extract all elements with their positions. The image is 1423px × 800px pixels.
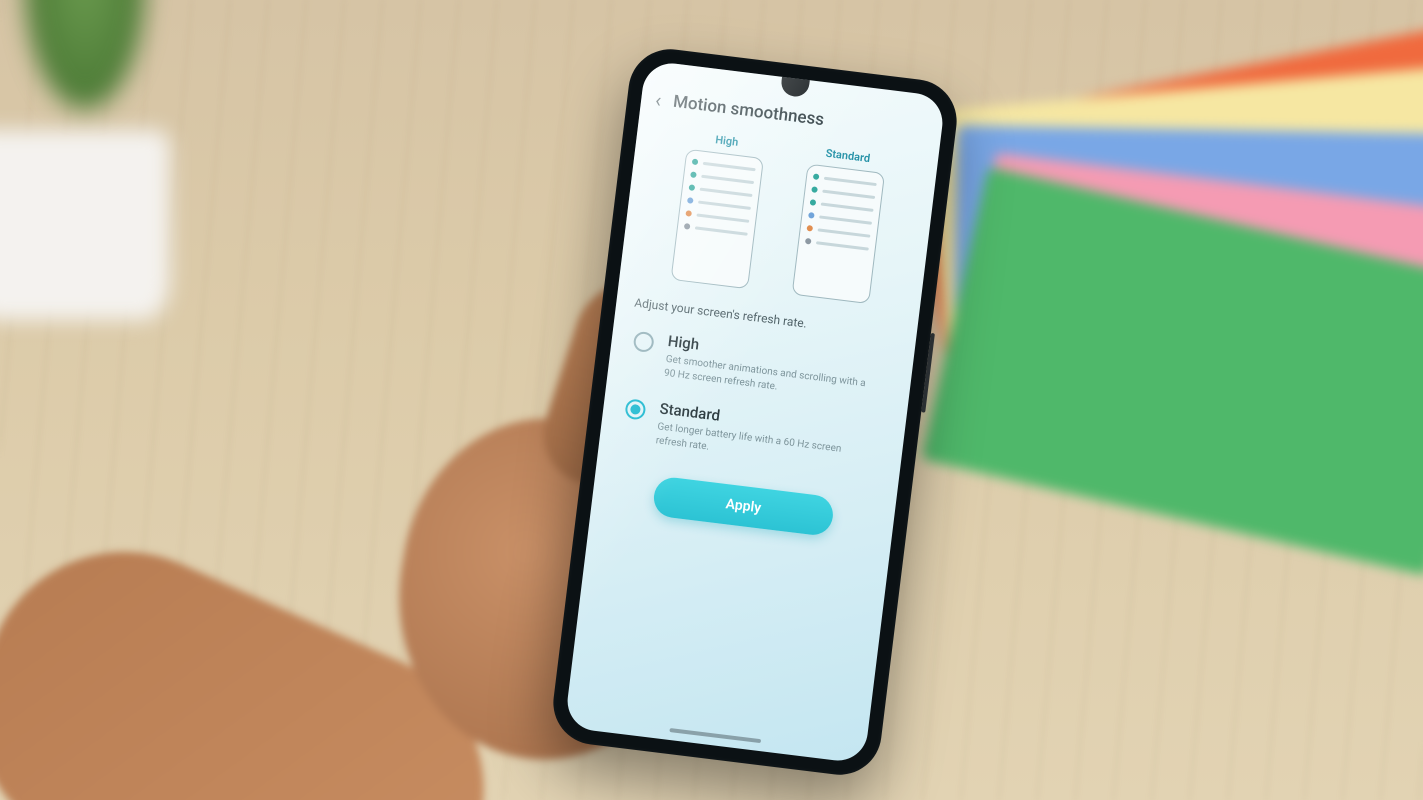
smartphone: ‹ Motion smoothness High Stand xyxy=(549,45,962,780)
preview-standard-mock xyxy=(792,164,886,305)
radio-high[interactable] xyxy=(633,331,655,353)
photo-scene: ‹ Motion smoothness High Stand xyxy=(0,0,1423,800)
preview-high[interactable]: High xyxy=(667,129,771,289)
colored-papers xyxy=(892,26,1423,475)
radio-standard[interactable] xyxy=(624,398,646,420)
phone-screen: ‹ Motion smoothness High Stand xyxy=(564,60,946,764)
plant-pot xyxy=(0,130,170,320)
page-title: Motion smoothness xyxy=(672,92,825,130)
cactus-plant xyxy=(10,0,160,140)
home-indicator[interactable] xyxy=(669,728,761,743)
preview-standard[interactable]: Standard xyxy=(788,144,892,304)
back-icon[interactable]: ‹ xyxy=(654,88,663,113)
apply-button[interactable]: Apply xyxy=(652,475,836,537)
preview-high-mock xyxy=(670,149,764,290)
